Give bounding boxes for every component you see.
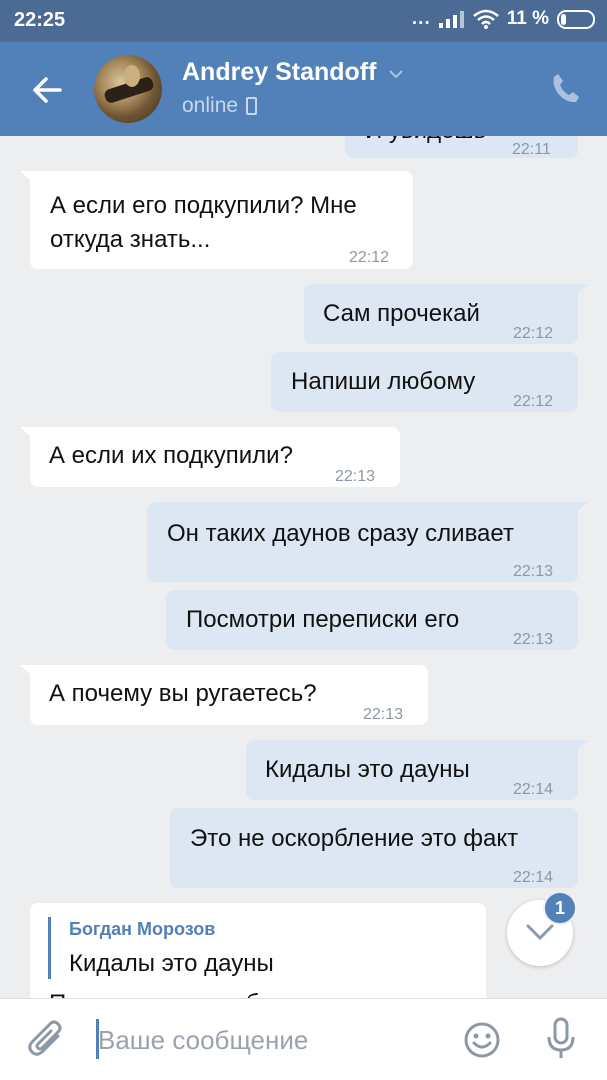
contact-status: online (182, 94, 258, 118)
message-text: Кидалы это дауны (265, 756, 470, 783)
message-text-line: А если его подкупили? Мне (50, 192, 357, 219)
message-time: 22:13 (513, 563, 554, 580)
mobile-icon (246, 97, 258, 115)
chat-header: Andrey Standoff online (0, 42, 607, 136)
message-bubble-out[interactable]: Посмотри переписки его 22:13 (166, 590, 578, 650)
message-list[interactable]: И увидешь 22:11 А если его подкупили? Мн… (0, 136, 607, 998)
battery-icon (557, 9, 595, 29)
chevron-down-icon (526, 924, 554, 941)
message-bubble-out[interactable]: Кидалы это дауны 22:14 (246, 740, 578, 800)
message-time: 22:12 (513, 393, 554, 410)
reply-author[interactable]: Богдан Морозов (69, 914, 215, 944)
message-composer: Ваше сообщение (0, 998, 607, 1080)
message-bubble-in[interactable]: А если его подкупили? Мне откуда знать..… (30, 171, 413, 269)
message-bubble-out[interactable]: Это не оскорбление это факт 22:14 (170, 808, 578, 888)
message-bubble-out[interactable]: Он таких даунов сразу сливает 22:13 (147, 502, 578, 582)
back-arrow-icon[interactable] (30, 72, 66, 108)
message-bubble-in-reply[interactable]: Богдан Морозов Кидалы это дауны Почему э… (30, 903, 486, 998)
message-input[interactable]: Ваше сообщение (98, 1025, 308, 1056)
status-bar: 22:25 ... 11 % (0, 0, 607, 42)
message-text: А если их подкупили? (49, 442, 293, 469)
message-text: Почему это оскорбление (49, 986, 326, 998)
message-text: Это не оскорбление это факт (190, 825, 519, 852)
reply-quote-bar (48, 917, 51, 979)
microphone-icon[interactable] (544, 1017, 578, 1061)
message-text: Напиши любому (291, 368, 476, 395)
phone-call-icon[interactable] (551, 72, 581, 104)
message-text: И увидешь (365, 136, 486, 148)
message-time: 22:11 (512, 141, 551, 158)
emoji-icon[interactable] (463, 1021, 501, 1059)
message-text-line: откуда знать... (50, 226, 211, 253)
message-text: Он таких даунов сразу сливает (167, 520, 514, 547)
reply-text: Кидалы это дауны (69, 950, 274, 977)
message-time: 22:12 (513, 325, 554, 342)
message-time: 22:14 (513, 781, 554, 798)
signal-icon (438, 11, 464, 28)
message-text: Сам прочекай (323, 300, 480, 327)
wifi-icon (472, 9, 499, 29)
message-time: 22:13 (513, 631, 554, 648)
battery-percent: 11 % (506, 8, 549, 29)
message-text: А почему вы ругаетесь? (49, 680, 317, 707)
message-bubble-in[interactable]: А почему вы ругаетесь? 22:13 (30, 665, 428, 725)
message-time: 22:13 (335, 468, 376, 485)
unread-badge: 1 (543, 891, 577, 925)
chevron-down-icon[interactable] (388, 66, 404, 82)
message-bubble-out[interactable]: И увидешь 22:11 (345, 136, 578, 158)
message-time: 22:13 (363, 706, 404, 723)
avatar[interactable] (94, 55, 162, 123)
message-text: Посмотри переписки его (186, 606, 460, 633)
message-bubble-out[interactable]: Сам прочекай 22:12 (304, 284, 578, 344)
online-status-text: online (182, 94, 239, 117)
message-time: 22:12 (349, 249, 390, 266)
status-time: 22:25 (14, 9, 66, 31)
paperclip-icon[interactable] (28, 1020, 66, 1060)
contact-name[interactable]: Andrey Standoff (182, 58, 376, 87)
message-bubble-in[interactable]: А если их подкупили? 22:13 (30, 427, 400, 487)
message-time: 22:14 (513, 869, 554, 886)
message-bubble-out[interactable]: Напиши любому 22:12 (271, 352, 578, 412)
notification-dots: ... (411, 8, 431, 29)
